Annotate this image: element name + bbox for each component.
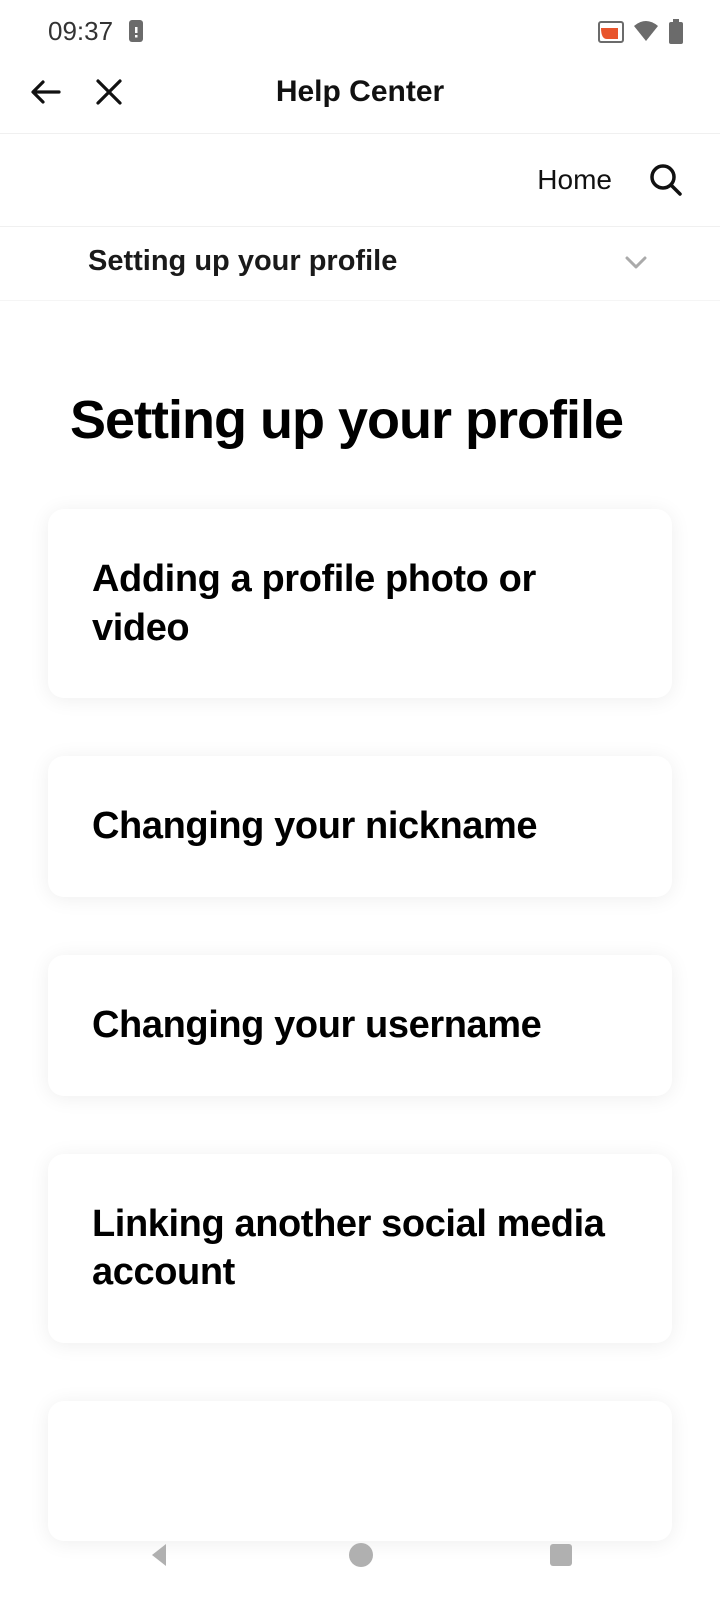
chevron-down-icon [622, 248, 650, 276]
notification-icon [125, 19, 147, 45]
list-item[interactable]: Adding a profile photo or video [48, 509, 672, 698]
list-item[interactable]: Linking another social media account [48, 1154, 672, 1343]
status-left: 09:37 [48, 16, 147, 47]
page-title: Help Center [276, 75, 444, 109]
list-item[interactable]: Changing your username [48, 955, 672, 1096]
status-time: 09:37 [48, 16, 113, 47]
card-title: Changing your nickname [92, 802, 628, 851]
search-icon[interactable] [648, 162, 684, 198]
content-title: Setting up your profile [48, 389, 672, 451]
app-bar-icons [28, 73, 126, 111]
nav-bar [0, 1510, 720, 1600]
card-title: Adding a profile photo or video [92, 555, 628, 652]
list-item[interactable]: Changing your nickname [48, 756, 672, 897]
wifi-icon [632, 21, 660, 43]
app-bar: Help Center [0, 59, 720, 134]
nav-recent-icon[interactable] [546, 1540, 576, 1570]
cast-icon [598, 21, 624, 43]
content: Setting up your profile Adding a profile… [0, 301, 720, 1541]
status-right [598, 19, 684, 45]
card-title: Linking another social media account [92, 1200, 628, 1297]
card-title: Changing your username [92, 1001, 628, 1050]
nav-home-icon[interactable] [345, 1539, 377, 1571]
battery-icon [668, 19, 684, 45]
status-bar: 09:37 [0, 0, 720, 59]
breadcrumb-label: Setting up your profile [88, 245, 397, 278]
card-title [92, 1447, 628, 1496]
close-icon[interactable] [92, 75, 126, 109]
secondary-bar: Home [0, 134, 720, 227]
back-icon[interactable] [28, 73, 66, 111]
home-link[interactable]: Home [537, 164, 612, 196]
breadcrumb[interactable]: Setting up your profile [0, 227, 720, 301]
nav-back-icon[interactable] [144, 1539, 176, 1571]
